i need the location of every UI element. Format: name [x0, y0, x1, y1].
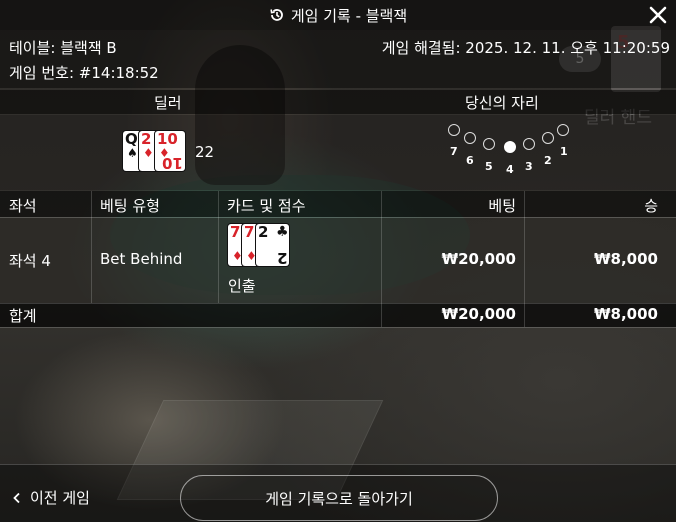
seat-number: 4 — [506, 163, 514, 176]
your-seat-label: 당신의 자리 — [465, 94, 539, 112]
close-button[interactable] — [646, 3, 670, 27]
divider — [218, 191, 219, 303]
table-header-row: 좌석 베팅 유형 카드 및 점수 베팅 승 — [0, 191, 676, 217]
seat-dot-2 — [542, 132, 554, 144]
total-win: ₩8,000 — [594, 305, 658, 323]
previous-game-button[interactable]: 이전 게임 — [12, 487, 90, 508]
divider — [524, 191, 525, 327]
page-title: 게임 기록 - 블랙잭 — [269, 5, 407, 26]
table-total-row: 합계 ₩20,000 ₩8,000 — [0, 303, 676, 327]
divider — [381, 191, 382, 327]
card-rank-bottom: 2 — [276, 249, 287, 267]
divider — [0, 303, 676, 304]
seat-number: 6 — [466, 154, 474, 167]
seat-number: 1 — [560, 145, 568, 158]
dealer-card-3: 10 ♦ 10 — [155, 130, 185, 172]
card-rank-bottom: 10 — [162, 154, 183, 172]
header-seat: 좌석 — [9, 197, 37, 215]
total-label: 합계 — [9, 307, 37, 325]
divider — [0, 327, 676, 328]
total-bet: ₩20,000 — [441, 305, 516, 323]
seat-dot-4 — [504, 141, 516, 153]
game-number: 게임 번호: #14:18:52 — [9, 64, 159, 82]
title-text: 게임 기록 - 블랙잭 — [290, 6, 408, 25]
row-bet: ₩20,000 — [441, 250, 516, 268]
divider — [0, 217, 676, 218]
header-win: 승 — [644, 197, 658, 215]
seat-dot-5 — [483, 138, 495, 150]
chevron-left-icon — [13, 492, 20, 503]
card-suit-icon: ♠ — [127, 146, 138, 160]
divider — [91, 191, 92, 303]
row-result: 인출 — [228, 277, 256, 295]
history-icon — [270, 9, 283, 21]
dealer-label: 딜러 — [154, 94, 182, 112]
game-history-panel: 게임 기록 - 블랙잭 테이블: 블랙잭 B 게임 번호: #14:18:52 … — [0, 0, 676, 522]
card-rank: 10 — [157, 130, 178, 148]
game-info: 테이블: 블랙잭 B 게임 번호: #14:18:52 게임 해결됨: 2025… — [0, 30, 676, 88]
table-name: 테이블: 블랙잭 B — [9, 39, 117, 57]
seat-number: 7 — [450, 145, 458, 158]
card-rank: 2 — [141, 130, 152, 148]
title-bar: 게임 기록 - 블랙잭 — [0, 0, 676, 30]
seat-dot-7 — [448, 124, 460, 136]
seat-dot-3 — [523, 138, 535, 150]
card-suit-icon: ♣ — [276, 224, 289, 240]
card-suit-icon: ♦ — [143, 146, 154, 160]
seat-number: 3 — [525, 160, 533, 173]
header-bet: 베팅 — [488, 197, 516, 215]
table-row: 좌석 4 Bet Behind 7 ♦ 7 ♦ 2 ♣ 2 인출 ₩20,000… — [0, 218, 676, 303]
card-rank: 7 — [230, 223, 241, 241]
back-to-history-button[interactable]: 게임 기록으로 돌아가기 — [180, 475, 498, 521]
row-win: ₩8,000 — [594, 250, 658, 268]
footer: 이전 게임 게임 기록으로 돌아가기 — [0, 464, 676, 522]
row-seat: 좌석 4 — [9, 252, 51, 270]
card-rank: 2 — [258, 223, 269, 241]
back-to-history-label: 게임 기록으로 돌아가기 — [265, 489, 413, 508]
header-cards-score: 카드 및 점수 — [227, 197, 306, 215]
card-rank: Q — [125, 130, 138, 148]
player-card-3: 2 ♣ 2 — [256, 223, 289, 267]
row-bet-type: Bet Behind — [100, 250, 183, 268]
header-bet-type: 베팅 유형 — [100, 197, 160, 215]
resolved-time: 게임 해결됨: 2025. 12. 11. 오후 11:20:59 — [381, 39, 670, 57]
seat-number: 5 — [485, 160, 493, 173]
seat-number: 2 — [544, 154, 552, 167]
previous-game-label: 이전 게임 — [30, 489, 90, 507]
hand-summary: Q ♠ 2 ♦ 10 ♦ 10 22 7 6 5 4 3 2 1 — [0, 115, 676, 190]
close-icon — [649, 6, 667, 24]
seat-dot-1 — [557, 124, 569, 136]
seat-dot-6 — [464, 132, 476, 144]
card-rank: 7 — [244, 223, 255, 241]
dealer-score: 22 — [195, 143, 215, 161]
hand-header: 딜러 당신의 자리 — [0, 90, 676, 114]
